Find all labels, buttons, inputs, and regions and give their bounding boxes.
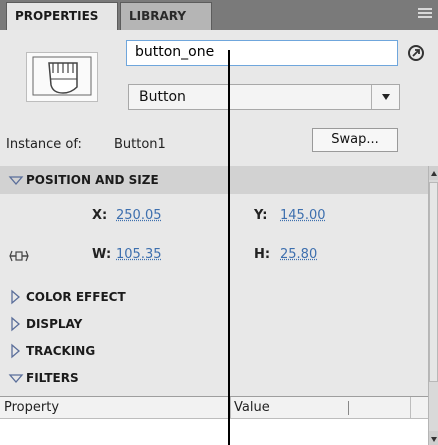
- collapse-triangle-icon: [8, 364, 24, 392]
- tab-properties[interactable]: PROPERTIES: [6, 2, 118, 30]
- section-filters[interactable]: FILTERS: [0, 364, 428, 392]
- collapse-triangle-icon: [8, 166, 24, 194]
- section-title: FILTERS: [26, 371, 79, 385]
- section-position-and-size[interactable]: POSITION AND SIZE: [0, 166, 428, 194]
- section-tracking[interactable]: TRACKING: [0, 337, 428, 365]
- filters-table-empty-row: [0, 419, 428, 445]
- panel-tab-bar: PROPERTIES LIBRARY: [0, 0, 438, 30]
- lock-proportions-icon[interactable]: [8, 248, 30, 264]
- instance-header: button_one Button Instance of: Button1 S…: [0, 30, 438, 166]
- instance-of-label: Instance of:: [6, 137, 82, 152]
- scrollbar-thumb[interactable]: [429, 182, 438, 382]
- filters-table-header: Property Value: [0, 397, 428, 419]
- filters-table: Property Value: [0, 396, 428, 445]
- y-value[interactable]: 145.00: [280, 208, 326, 223]
- instance-of-value: Button1: [114, 137, 166, 152]
- vertical-guide-line: [228, 50, 230, 445]
- expand-triangle-icon: [8, 310, 24, 338]
- h-value[interactable]: 25.80: [280, 247, 317, 262]
- w-value[interactable]: 105.35: [116, 247, 162, 262]
- section-color-effect[interactable]: COLOR EFFECT: [0, 283, 428, 311]
- w-label: W:: [92, 247, 112, 262]
- column-header-property[interactable]: Property: [4, 400, 59, 415]
- section-display[interactable]: DISPLAY: [0, 310, 428, 338]
- scroll-up-button[interactable]: [429, 166, 438, 180]
- x-value[interactable]: 250.05: [116, 208, 162, 223]
- y-label: Y:: [254, 208, 268, 223]
- instance-name-input[interactable]: button_one: [126, 40, 398, 66]
- expand-triangle-icon: [8, 337, 24, 365]
- column-divider: [410, 397, 411, 419]
- x-label: X:: [92, 208, 108, 223]
- dropdown-arrow-icon[interactable]: [371, 85, 399, 109]
- scroll-down-button[interactable]: [429, 431, 438, 445]
- section-title: COLOR EFFECT: [26, 290, 126, 304]
- expand-triangle-icon: [8, 283, 24, 311]
- column-divider: [348, 401, 349, 415]
- link-icon[interactable]: [406, 43, 426, 63]
- symbol-type-dropdown[interactable]: Button: [128, 84, 400, 110]
- column-header-value[interactable]: Value: [234, 400, 270, 415]
- column-divider: [230, 397, 231, 419]
- tab-library[interactable]: LIBRARY: [120, 2, 212, 30]
- panel-menu-icon[interactable]: [416, 6, 434, 20]
- section-title: TRACKING: [26, 344, 96, 358]
- section-title: POSITION AND SIZE: [26, 173, 159, 187]
- button-symbol-icon: [26, 52, 98, 102]
- vertical-scrollbar[interactable]: [428, 166, 438, 445]
- symbol-type-value: Button: [139, 89, 186, 105]
- swap-button[interactable]: Swap...: [312, 128, 398, 152]
- section-title: DISPLAY: [26, 317, 83, 331]
- h-label: H:: [254, 247, 271, 262]
